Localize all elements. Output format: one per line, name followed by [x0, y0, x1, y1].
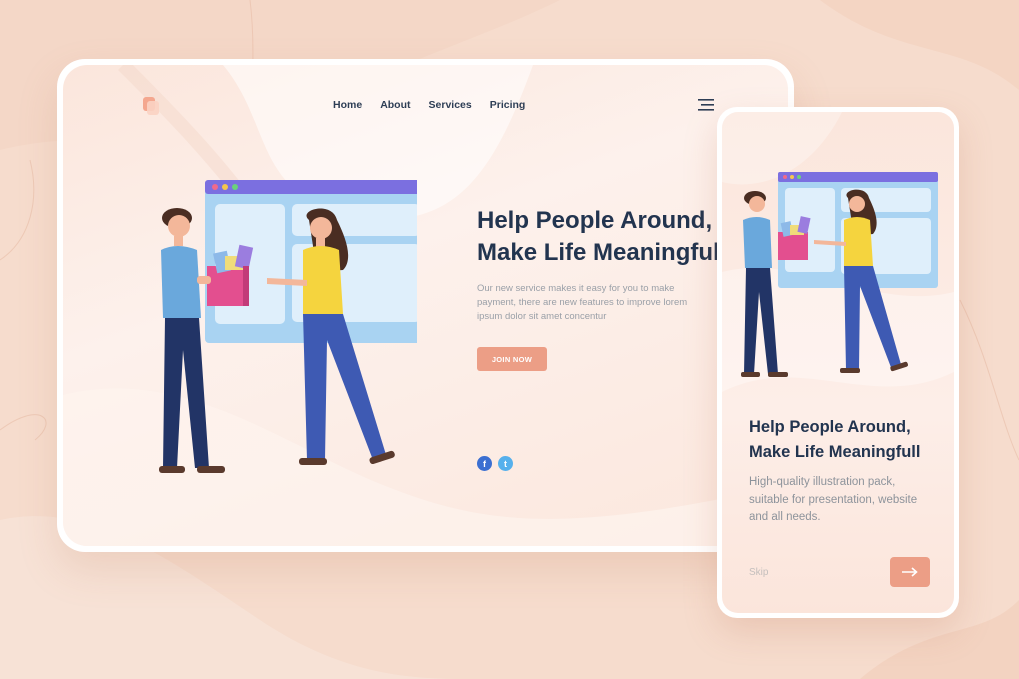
brand-logo-icon[interactable] — [143, 97, 159, 115]
next-button[interactable] — [890, 557, 930, 587]
twitter-icon[interactable]: t — [498, 456, 513, 471]
desktop-screen: Home About Services Pricing Help People … — [63, 65, 788, 546]
mobile-description: High-quality illustration pack, suitable… — [749, 476, 918, 523]
mobile-screen: Help People Around, Make Life Meaningful… — [722, 112, 954, 613]
facebook-icon[interactable]: f — [477, 456, 492, 471]
nav-about[interactable]: About — [380, 99, 410, 111]
main-nav: Home About Services Pricing — [333, 99, 525, 111]
arrow-right-icon — [902, 567, 918, 577]
mobile-title-line2: Make Life Meaningfull — [749, 443, 921, 461]
hamburger-menu-icon[interactable] — [698, 99, 714, 111]
desktop-mockup: Home About Services Pricing Help People … — [57, 59, 794, 552]
mobile-illustration — [741, 172, 938, 377]
join-now-button[interactable]: JOIN NOW — [477, 347, 547, 371]
nav-home[interactable]: Home — [333, 99, 362, 111]
mobile-title-line1: Help People Around, — [749, 418, 911, 436]
skip-button[interactable]: Skip — [749, 567, 768, 578]
nav-pricing[interactable]: Pricing — [490, 99, 526, 111]
hero-illustration — [159, 180, 417, 473]
nav-services[interactable]: Services — [429, 99, 472, 111]
social-links: f t — [477, 456, 513, 471]
hero-description: Our new service makes it easy for you to… — [477, 283, 688, 322]
mobile-mockup: Help People Around, Make Life Meaningful… — [717, 107, 959, 618]
mobile-title: Help People Around, Make Life Meaningful… — [749, 415, 949, 465]
